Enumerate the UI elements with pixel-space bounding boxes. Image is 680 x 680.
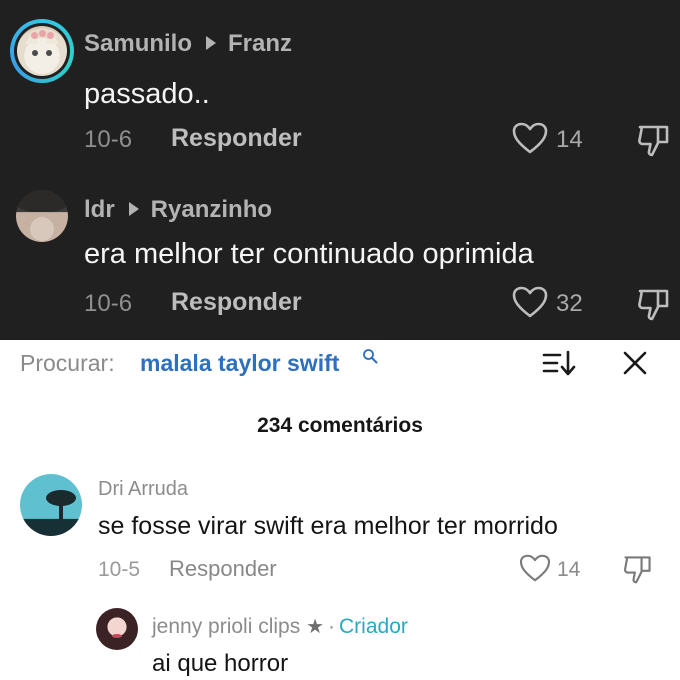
like-heart-icon[interactable] [512,122,548,154]
comments-count: 234 comentários [257,414,423,437]
search-icon[interactable] [362,348,378,364]
comment-author-line: Samunilo Franz [84,30,292,58]
dislike-thumb-icon[interactable] [636,122,672,158]
comment-text: era melhor ter continuado oprimida [84,238,534,270]
comment-text: se fosse virar swift era melhor ter morr… [98,512,558,540]
separator-dot: · [328,615,336,638]
dislike-thumb-icon[interactable] [622,553,654,585]
comment-item: Samunilo Franz passado.. 10-6 Responder 1… [0,0,680,170]
reply-to-user[interactable]: Franz [228,30,292,57]
comment-item: ldr Ryanzinho era melhor ter continuado o… [0,170,680,340]
reply-text: ai que horror [152,650,289,677]
sort-icon[interactable] [542,348,576,378]
like-heart-icon[interactable] [519,554,551,582]
comment-author[interactable]: Samunilo [84,30,192,57]
dark-comments-panel: Samunilo Franz passado.. 10-6 Responder 1… [0,0,680,340]
avatar[interactable] [96,608,138,650]
comment-date: 10-5 [98,558,141,581]
reply-to-user[interactable]: Ryanzinho [151,196,272,223]
creator-badge: Criador [339,615,408,638]
comment-text: passado.. [84,78,210,110]
avatar[interactable] [16,190,68,242]
close-icon[interactable] [620,348,650,378]
avatar[interactable] [10,19,74,83]
reply-arrow-icon [128,202,139,216]
like-count: 32 [556,290,583,317]
star-icon: ★ [306,616,325,638]
comment-author[interactable]: Dri Arruda [98,478,188,501]
reply-author-line: jenny prioli clips ★ · Criador [152,614,408,639]
search-bar: Procurar: malala taylor swift [0,340,680,392]
reply-author[interactable]: jenny prioli clips [152,615,300,638]
reply-button[interactable]: Responder [171,124,302,153]
reply-button[interactable]: Responder [169,556,277,582]
comment-date: 10-6 [84,290,133,317]
like-count: 14 [557,558,581,581]
avatar[interactable] [20,474,82,536]
like-heart-icon[interactable] [512,286,548,318]
like-count: 14 [556,126,583,153]
search-query-link[interactable]: malala taylor swift [140,350,339,377]
comment-author-line: ldr Ryanzinho [84,196,272,224]
reply-arrow-icon [206,36,217,50]
reply-button[interactable]: Responder [171,288,302,317]
comment-author[interactable]: ldr [84,196,115,223]
search-label: Procurar: [20,350,115,376]
dislike-thumb-icon[interactable] [636,286,672,322]
comment-date: 10-6 [84,126,133,153]
